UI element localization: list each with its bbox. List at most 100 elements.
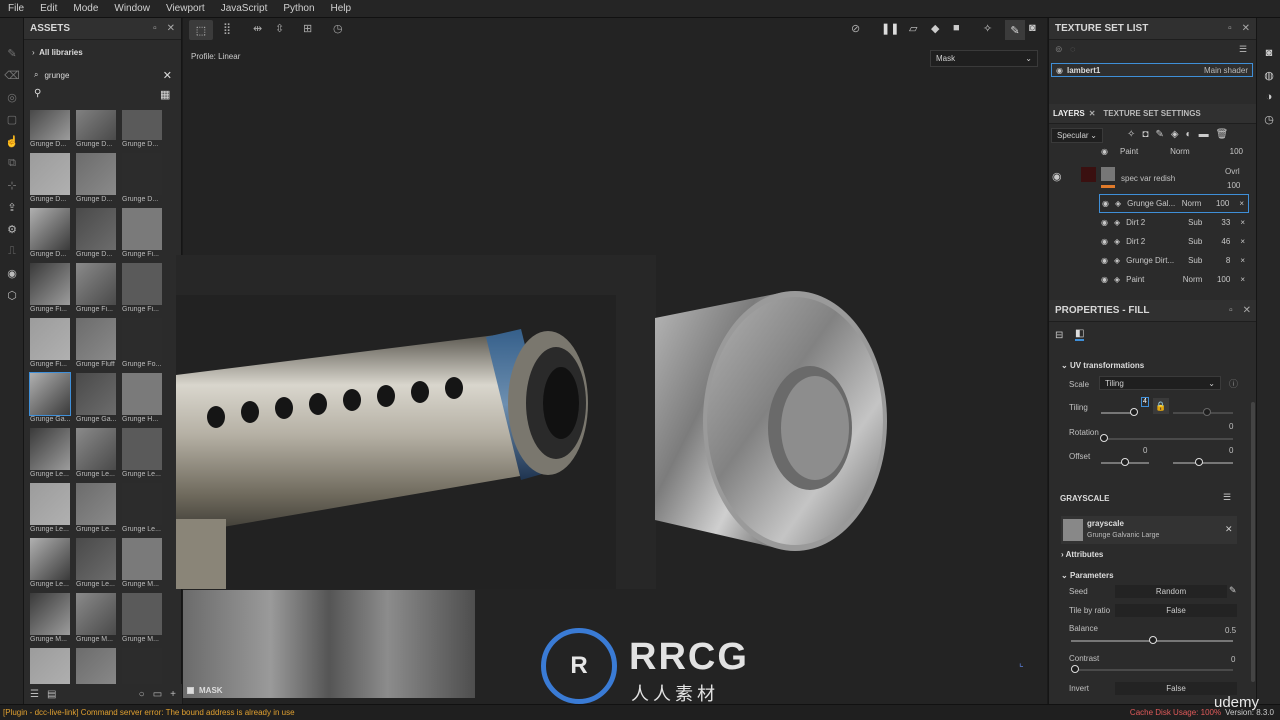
asset-thumb[interactable]: Grunge Ga... xyxy=(29,372,71,423)
channel-select[interactable]: Specular ⌄ xyxy=(1051,128,1103,143)
asset-thumb[interactable] xyxy=(30,648,70,686)
asset-thumb[interactable]: Grunge D... xyxy=(76,208,116,258)
offset-v-knob[interactable] xyxy=(1195,458,1203,466)
scale-select[interactable]: Tiling ⌄ xyxy=(1099,376,1221,390)
all-libraries[interactable]: › All libraries xyxy=(32,48,83,57)
history-icon[interactable]: ◷ xyxy=(1257,108,1280,130)
layer-row-partial[interactable]: ◉ Paint Norm 100 xyxy=(1049,146,1257,156)
tab-texture-set-settings[interactable]: TEXTURE SET SETTINGS xyxy=(1095,109,1208,118)
export-icon[interactable]: ⇪ xyxy=(0,196,24,218)
symmetry-icon[interactable]: ⇹ xyxy=(253,22,262,35)
clear-search-icon[interactable]: ✕ xyxy=(163,69,172,82)
asset-thumb[interactable]: Grunge Fi... xyxy=(76,263,116,313)
eraser-tool-icon[interactable]: ⌫ xyxy=(0,64,24,86)
rotation-knob[interactable] xyxy=(1100,434,1108,442)
asset-thumb[interactable] xyxy=(76,648,116,686)
remove-resource-icon[interactable]: ✕ xyxy=(1225,524,1233,535)
offset-v-slider[interactable] xyxy=(1173,462,1233,464)
eye-icon[interactable]: ◉ xyxy=(1102,199,1109,208)
eye-icon[interactable]: ◉ xyxy=(1052,170,1062,183)
tiling-knob[interactable] xyxy=(1130,408,1138,416)
asset-thumb[interactable]: Grunge D... xyxy=(30,208,70,258)
camera-icon[interactable]: ◉ xyxy=(0,262,24,284)
asset-thumb[interactable]: Grunge Fo... xyxy=(122,318,162,368)
fill-tab-icon[interactable]: ⊟ xyxy=(1055,330,1063,341)
layer-opacity[interactable]: 100 xyxy=(1213,199,1229,208)
asset-thumb[interactable]: Grunge Fi... xyxy=(122,263,162,313)
asset-thumb[interactable]: Grunge D... xyxy=(76,110,116,148)
screenshot-icon[interactable]: ◙ xyxy=(1029,22,1036,34)
layer-row[interactable]: ◉ ◈ Paint Norm 100 × xyxy=(1099,270,1249,289)
brush-mode-icon[interactable]: ✎ xyxy=(1005,20,1025,40)
hide-icon[interactable]: ⊘ xyxy=(851,22,860,35)
grayscale-resource[interactable]: grayscale Grunge Galvanic Large ✕ xyxy=(1061,516,1237,544)
asset-thumb[interactable]: Grunge Le... xyxy=(76,538,116,588)
rotation-slider[interactable] xyxy=(1105,438,1233,440)
pause-icon[interactable]: ❚❚ xyxy=(881,22,899,35)
properties-scrollbar[interactable] xyxy=(1251,402,1255,682)
menu-help[interactable]: Help xyxy=(323,3,360,14)
asset-thumb[interactable]: Grunge Fi... xyxy=(30,318,70,368)
asset-thumb[interactable]: Grunge D... xyxy=(76,153,116,203)
float-icon[interactable]: ▫ xyxy=(1229,305,1233,316)
remove-icon[interactable]: × xyxy=(1240,275,1245,284)
asset-thumb[interactable]: Grunge Ga... xyxy=(76,373,116,423)
circle-icon[interactable]: ○ xyxy=(139,689,145,700)
align-icon[interactable]: ⇳ xyxy=(275,22,284,35)
asset-thumb[interactable]: Grunge H... xyxy=(122,373,162,423)
asset-thumb[interactable]: Grunge D... xyxy=(30,153,70,203)
asset-thumb[interactable]: Grunge Le... xyxy=(76,428,116,478)
close-layers-icon[interactable]: ✕ xyxy=(1089,109,1096,118)
texture-set-item[interactable]: ◉ lambert1 Main shader xyxy=(1051,63,1253,77)
cube-icon[interactable]: ◆ xyxy=(931,22,939,35)
paint-layer-icon[interactable]: ✎ xyxy=(1155,129,1163,140)
delete-icon[interactable]: 🗑 xyxy=(1216,129,1229,140)
parameters-section[interactable]: ⌄ Parameters xyxy=(1061,571,1114,580)
balance-knob[interactable] xyxy=(1149,636,1157,644)
mask-add-icon[interactable]: ◘ xyxy=(1142,129,1148,140)
asset-thumb[interactable]: Grunge D... xyxy=(122,153,162,203)
viewer-settings-icon[interactable]: ◑ xyxy=(1257,86,1280,108)
viewport[interactable]: Profile: Linear ⬚ ⣿ ⇹ ⇳ ⊞ ◷ ⊘ ❚❚ ▱ ◆ ■ ✧… xyxy=(176,18,1047,704)
menu-icon[interactable]: ☰ xyxy=(1239,44,1247,55)
layer-row[interactable]: ◉ ◈ Grunge Dirt... Sub 8 × xyxy=(1099,251,1249,270)
ruler-icon[interactable]: ⎍ xyxy=(0,240,24,262)
asset-thumb[interactable]: Grunge Fluff xyxy=(76,318,116,368)
info-icon[interactable]: ⓘ xyxy=(1229,377,1238,390)
uv-title[interactable]: ⌄ UV transformations xyxy=(1061,361,1144,370)
offset-u-knob[interactable] xyxy=(1121,458,1129,466)
list-icon[interactable]: ▤ xyxy=(47,689,56,700)
close-icon[interactable]: ✕ xyxy=(1243,305,1251,316)
menu-edit[interactable]: Edit xyxy=(32,3,65,14)
asset-thumb[interactable]: Grunge M... xyxy=(76,593,116,643)
group-icon[interactable]: ◐ xyxy=(1186,129,1192,140)
sort-icon[interactable]: ☰ xyxy=(30,689,39,700)
clone-tool-icon[interactable]: ⧉ xyxy=(0,152,24,174)
float-icon[interactable]: ▫ xyxy=(1228,23,1232,34)
folder-icon[interactable]: ▬ xyxy=(1199,129,1209,140)
layer-row[interactable]: ◉ ◈ Dirt 2 Sub 46 × xyxy=(1099,232,1249,251)
asset-thumb[interactable]: Grunge M... xyxy=(122,593,162,643)
layer-blend[interactable]: Sub xyxy=(1188,218,1202,227)
layer-opacity[interactable]: 8 xyxy=(1214,256,1230,265)
view-2d-icon[interactable]: ▱ xyxy=(909,22,917,35)
menu-window[interactable]: Window xyxy=(106,3,158,14)
add-icon[interactable]: + xyxy=(170,689,176,700)
remove-icon[interactable]: × xyxy=(1240,256,1245,265)
tile-by-ratio-toggle[interactable]: False xyxy=(1115,604,1237,617)
layer-group[interactable]: ◉ spec var redish Ovrl 100 xyxy=(1049,164,1257,194)
mode-select[interactable]: Mask ⌄ xyxy=(930,50,1038,67)
tab-layers[interactable]: LAYERS xyxy=(1049,109,1089,118)
mask-toggle[interactable]: MASK xyxy=(187,686,223,695)
contrast-slider[interactable] xyxy=(1071,669,1233,671)
menu-viewport[interactable]: Viewport xyxy=(158,3,213,14)
menu-python[interactable]: Python xyxy=(275,3,322,14)
layer-blend[interactable]: Sub xyxy=(1188,237,1202,246)
link-icon[interactable]: ⊚ xyxy=(1055,44,1063,54)
mask-checkbox[interactable] xyxy=(187,687,194,694)
asset-thumb[interactable]: Grunge Le... xyxy=(122,483,162,533)
grid-view-icon[interactable]: ▦ xyxy=(160,88,170,101)
remove-icon[interactable]: × xyxy=(1240,218,1245,227)
material-tab-icon[interactable]: ◧ xyxy=(1075,328,1085,341)
seed-button[interactable]: Random xyxy=(1115,585,1227,598)
